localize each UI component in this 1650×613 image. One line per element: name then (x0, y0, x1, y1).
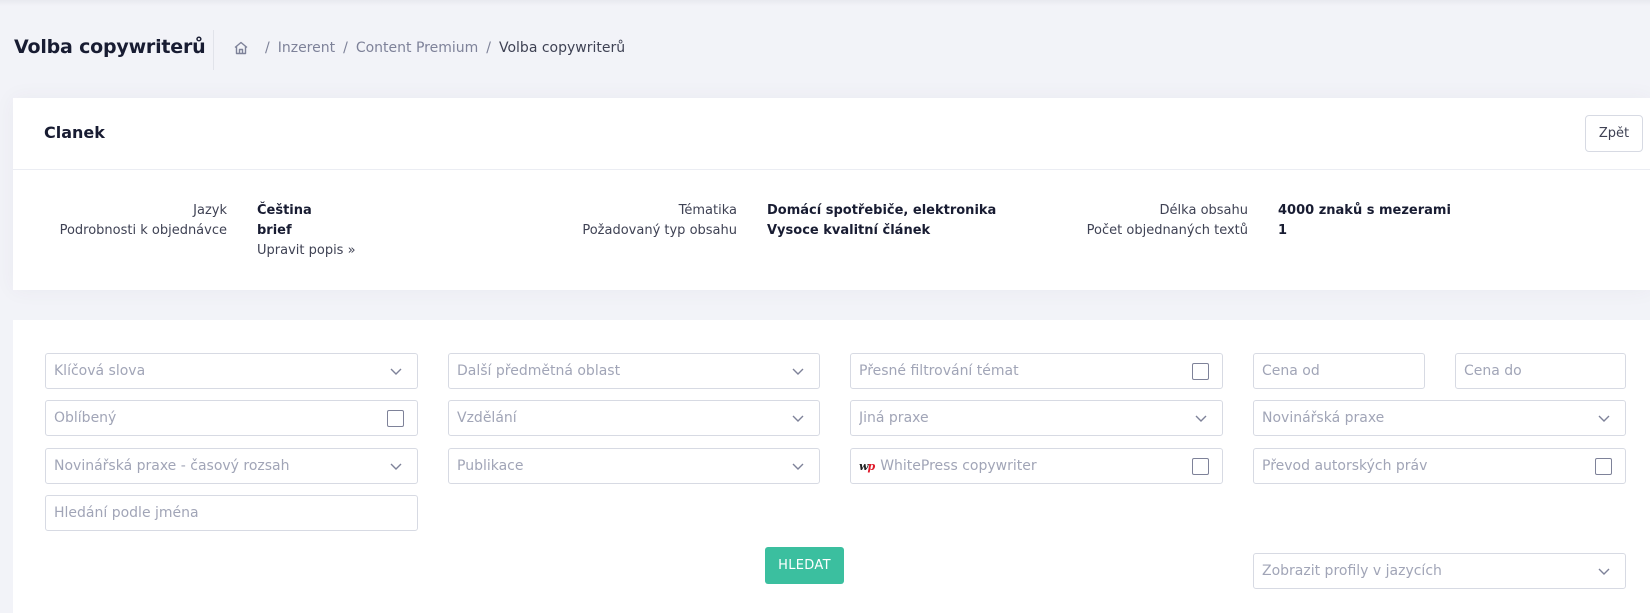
journalism-practice-select[interactable]: Novinářská praxe (1253, 400, 1626, 436)
breadcrumb-separator: / (343, 40, 348, 56)
breadcrumb-separator: / (486, 40, 491, 56)
order-card-header: Clanek Zpět (13, 98, 1650, 170)
checkbox-icon[interactable] (1192, 457, 1209, 475)
education-select[interactable]: Vzdělání (448, 400, 820, 436)
profile-languages-placeholder: Zobrazit profily v jazycích (1262, 563, 1442, 579)
keywords-select[interactable]: Klíčová slova (45, 353, 418, 389)
info-value-ordered-count: 1 (1278, 223, 1288, 238)
profile-languages-select[interactable]: Zobrazit profily v jazycích (1253, 553, 1626, 589)
order-info-column-3: Délka obsahu 4000 znaků s mezerami Počet… (1034, 201, 1634, 241)
journalism-time-range-placeholder: Novinářská praxe - časový rozsah (54, 458, 290, 474)
favorite-checkbox[interactable]: Oblíbený (45, 400, 418, 436)
price-from-field[interactable] (1262, 363, 1424, 379)
order-info-row: Tématika Domácí spotřebiče, elektronika (523, 201, 1123, 221)
journalism-time-range-select[interactable]: Novinářská praxe - časový rozsah (45, 448, 418, 484)
price-to-field[interactable] (1464, 363, 1625, 379)
breadcrumb-item-inzerent[interactable]: Inzerent (278, 40, 335, 56)
info-value-language: Čeština (257, 203, 312, 218)
breadcrumb-item-content-premium[interactable]: Content Premium (356, 40, 478, 56)
other-subject-area-placeholder: Další předmětná oblast (457, 363, 621, 379)
page-title: Volba copywriterů (14, 36, 206, 58)
other-practice-select[interactable]: Jiná praxe (850, 400, 1223, 436)
name-search-field[interactable] (54, 505, 417, 521)
chevron-down-icon (390, 463, 402, 470)
chevron-down-icon (792, 463, 804, 470)
copyright-transfer-checkbox[interactable]: Převod autorských práv (1253, 448, 1626, 484)
checkbox-icon[interactable] (1192, 362, 1209, 380)
publications-placeholder: Publikace (457, 458, 524, 474)
order-summary-card: Clanek Zpět Jazyk Čeština Podrobnosti k … (13, 98, 1650, 290)
info-value-content-type: Vysoce kvalitní článek (767, 223, 931, 238)
chevron-down-icon (792, 415, 804, 422)
info-label-language: Jazyk (193, 203, 227, 218)
name-search-input[interactable] (45, 495, 418, 531)
subheader-separator (213, 30, 214, 70)
home-icon[interactable] (233, 40, 249, 56)
keywords-placeholder: Klíčová slova (54, 363, 146, 379)
checkbox-icon[interactable] (387, 409, 404, 427)
subheader: Volba copywriterů / Inzerent / Content P… (0, 0, 1650, 98)
whitepress-logo-icon: wp (859, 459, 875, 473)
other-subject-area-select[interactable]: Další předmětná oblast (448, 353, 820, 389)
info-value-topic: Domácí spotřebiče, elektronika (767, 203, 997, 218)
chevron-down-icon (1598, 415, 1610, 422)
info-value-order-details: brief (257, 223, 292, 238)
order-card-title: Clanek (44, 123, 105, 142)
breadcrumb-item-current: Volba copywriterů (498, 40, 626, 56)
chevron-down-icon (792, 368, 804, 375)
chevron-down-icon (390, 368, 402, 375)
breadcrumb: / Inzerent / Content Premium / Volba cop… (233, 40, 625, 56)
info-label-ordered-count: Počet objednaných textů (1086, 223, 1248, 238)
edit-description-link[interactable]: Upravit popis » (257, 241, 356, 261)
order-info-row: Požadovaný typ obsahu Vysoce kvalitní čl… (523, 221, 1123, 241)
info-label-content-length: Délka obsahu (1159, 203, 1248, 218)
order-info-column-2: Tématika Domácí spotřebiče, elektronika … (523, 201, 1123, 241)
order-info-row: Upravit popis » (13, 241, 613, 261)
price-from-input[interactable] (1253, 353, 1425, 389)
info-value-content-length: 4000 znaků s mezerami (1278, 203, 1451, 218)
info-label-order-details: Podrobnosti k objednávce (59, 223, 227, 238)
chevron-down-icon (1195, 415, 1207, 422)
order-info-row: Počet objednaných textů 1 (1034, 221, 1634, 241)
exact-topic-filter-label: Přesné filtrování témat (859, 363, 1019, 379)
exact-topic-filter-checkbox[interactable]: Přesné filtrování témat (850, 353, 1223, 389)
education-placeholder: Vzdělání (457, 410, 517, 426)
search-button[interactable]: HLEDAT (765, 547, 844, 584)
back-button[interactable]: Zpět (1585, 115, 1643, 152)
whitepress-copywriter-label: WhitePress copywriter (880, 458, 1037, 474)
info-label-content-type: Požadovaný typ obsahu (582, 223, 737, 238)
whitepress-copywriter-checkbox[interactable]: wp WhitePress copywriter (850, 448, 1223, 484)
publications-select[interactable]: Publikace (448, 448, 820, 484)
journalism-practice-placeholder: Novinářská praxe (1262, 410, 1385, 426)
checkbox-icon[interactable] (1595, 457, 1612, 475)
copyright-transfer-label: Převod autorských práv (1262, 458, 1428, 474)
breadcrumb-separator: / (265, 40, 270, 56)
other-practice-placeholder: Jiná praxe (859, 410, 929, 426)
price-to-input[interactable] (1455, 353, 1626, 389)
info-label-topic: Tématika (678, 203, 737, 218)
chevron-down-icon (1598, 568, 1610, 575)
favorite-label: Oblíbený (54, 410, 117, 426)
order-info-row: Délka obsahu 4000 znaků s mezerami (1034, 201, 1634, 221)
